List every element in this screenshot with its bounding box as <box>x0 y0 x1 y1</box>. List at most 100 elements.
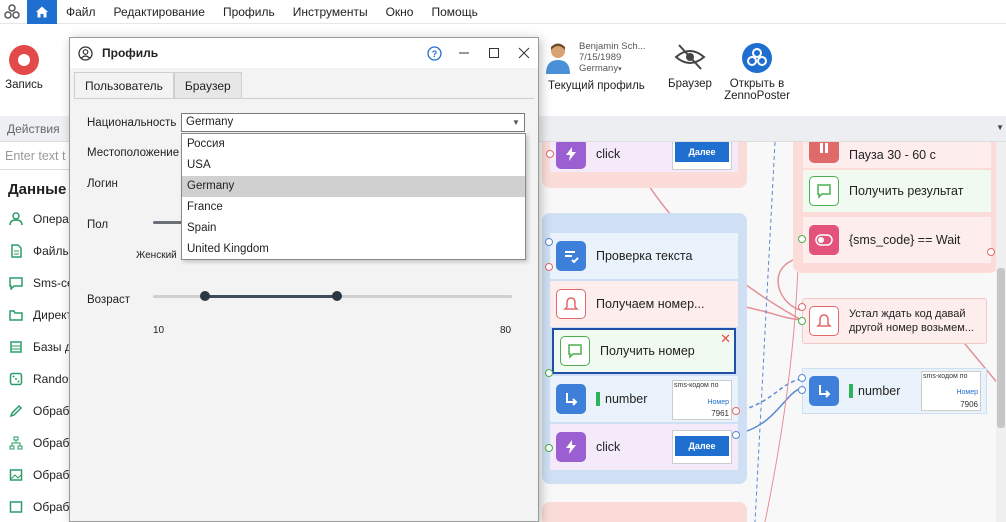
panel-item-sms[interactable]: Sms-сервисы <box>0 267 74 299</box>
retry-number-block[interactable]: Устал ждать код давай другой номер возьм… <box>802 298 987 344</box>
panel-item-databases[interactable]: Базы данных <box>0 331 74 363</box>
panel-item-processing-3[interactable]: Обработка <box>0 459 74 491</box>
panel-item-label: Базы данных <box>33 340 74 354</box>
input-port[interactable] <box>545 444 553 452</box>
home-button[interactable] <box>27 0 57 24</box>
menu-edit[interactable]: Редактирование <box>105 0 214 24</box>
record-button[interactable]: Запись <box>4 44 44 91</box>
age-max-label: 80 <box>500 325 512 336</box>
next-button-preview: Далее <box>675 436 729 456</box>
option-russia[interactable]: Россия <box>182 134 525 155</box>
option-spain[interactable]: Spain <box>182 218 525 239</box>
open-label-1: Открыть в <box>729 78 785 90</box>
output-port[interactable] <box>546 150 554 158</box>
location-label: Местоположение <box>87 147 180 159</box>
arrow-return-icon <box>556 384 586 414</box>
menu-tools[interactable]: Инструменты <box>284 0 377 24</box>
option-united-kingdom[interactable]: United Kingdom <box>182 239 525 260</box>
help-icon[interactable]: ? <box>426 45 442 61</box>
canvas-scrollbar[interactable] <box>996 142 1006 522</box>
menu-profile[interactable]: Профиль <box>214 0 284 24</box>
input-port[interactable] <box>545 238 553 246</box>
age-slider-fill <box>205 295 337 298</box>
browser-button[interactable]: Браузер <box>664 42 716 90</box>
dialog-title: Профиль <box>102 46 159 60</box>
panel-item-label: Директории <box>33 308 74 322</box>
menu-file[interactable]: Файл <box>57 0 105 24</box>
tab-browser[interactable]: Браузер <box>173 72 242 99</box>
panel-item-processing-1[interactable]: Обработка <box>0 395 74 427</box>
tree-icon <box>8 435 24 451</box>
delete-icon[interactable]: ✕ <box>720 331 731 347</box>
output-port[interactable] <box>732 431 740 439</box>
nationality-dropdown: Россия USA Germany France Spain United K… <box>181 133 526 260</box>
tab-user[interactable]: Пользователь <box>74 72 174 99</box>
close-icon[interactable] <box>516 45 532 61</box>
output-port[interactable] <box>545 263 553 271</box>
record-icon <box>9 45 39 75</box>
record-label: Запись <box>5 79 43 91</box>
number-preview-right: sms-кодом по Номер 7906 <box>921 371 981 411</box>
panel-item-files[interactable]: Файлы <box>0 235 74 267</box>
chevron-down-icon[interactable]: ▼ <box>508 114 524 131</box>
nationality-select[interactable]: Germany ▼ <box>181 113 525 132</box>
profile-dialog: Профиль ? Пользователь Браузер Националь… <box>69 37 539 522</box>
actions-search-input[interactable]: Enter text t <box>0 142 74 170</box>
menu-help[interactable]: Помощь <box>422 0 486 24</box>
block-label: Получить номер <box>600 344 695 358</box>
collapse-chevron-icon[interactable]: ▼ <box>996 123 1004 132</box>
option-france[interactable]: France <box>182 197 525 218</box>
input-port[interactable] <box>798 303 806 311</box>
panel-item-processing-2[interactable]: Обработка <box>0 427 74 459</box>
profile-date: 7/15/1989 <box>579 52 622 63</box>
open-in-zennoposter-button[interactable]: Открыть в ZennoPoster <box>722 42 792 102</box>
scrollbar-thumb[interactable] <box>997 268 1005 428</box>
input-port[interactable] <box>798 317 806 325</box>
input-port[interactable] <box>798 386 806 394</box>
menu-window[interactable]: Окно <box>377 0 423 24</box>
receive-number-block[interactable]: Получить номер ✕ <box>552 328 736 374</box>
menu-bar: Файл Редактирование Профиль Инструменты … <box>0 0 1006 24</box>
panel-item-label: Random <box>33 372 74 386</box>
svg-text:?: ? <box>431 49 437 59</box>
input-port[interactable] <box>798 374 806 382</box>
eye-hidden-icon <box>674 44 706 70</box>
panel-item-random[interactable]: Random <box>0 363 74 395</box>
output-port[interactable] <box>987 248 995 256</box>
sms-wait-condition-block[interactable]: {sms_code} == Wait <box>803 217 991 263</box>
actions-panel: Действия Enter text t Данные Операции Фа… <box>0 116 75 522</box>
check-text-block[interactable]: Проверка текста <box>550 233 738 279</box>
get-result-block[interactable]: Получить результат <box>803 170 991 212</box>
panel-item-processing-4[interactable]: Обработка <box>0 491 74 522</box>
chat-icon <box>560 336 590 366</box>
actions-tab[interactable]: Действия <box>0 116 74 142</box>
output-port[interactable] <box>545 369 553 377</box>
maximize-icon[interactable] <box>486 45 502 61</box>
open-label-2: ZennoPoster <box>724 90 790 102</box>
image-icon <box>8 467 24 483</box>
panel-item-label: Операции <box>33 212 74 226</box>
age-max-handle[interactable] <box>332 291 342 301</box>
panel-item-operations[interactable]: Операции <box>0 203 74 235</box>
block-label: Устал ждать код давай другой номер возьм… <box>849 308 974 334</box>
gender-label: Пол <box>87 219 109 231</box>
user-avatar-icon <box>546 43 570 74</box>
option-germany[interactable]: Germany <box>182 176 525 197</box>
minimize-icon[interactable] <box>456 45 472 61</box>
output-port[interactable] <box>732 407 740 415</box>
input-port[interactable] <box>798 235 806 243</box>
block-label: click <box>596 440 621 454</box>
option-usa[interactable]: USA <box>182 155 525 176</box>
pause-block[interactable]: Пауза 30 - 60 с <box>803 142 991 168</box>
login-label: Логин <box>87 178 118 190</box>
get-number-block[interactable]: Получаем номер... <box>550 281 738 327</box>
age-min-handle[interactable] <box>200 291 210 301</box>
number-preview: sms-кодом по Номер 7961 <box>672 380 732 420</box>
code-icon <box>8 499 24 515</box>
block-label: Получаем номер... <box>596 297 705 311</box>
nationality-label: Национальность <box>87 117 177 129</box>
panel-item-label: Файлы <box>33 244 72 258</box>
gender-slider-track[interactable] <box>153 221 183 224</box>
panel-item-directories[interactable]: Директории <box>0 299 74 331</box>
panel-item-label: Обработка <box>33 468 74 482</box>
